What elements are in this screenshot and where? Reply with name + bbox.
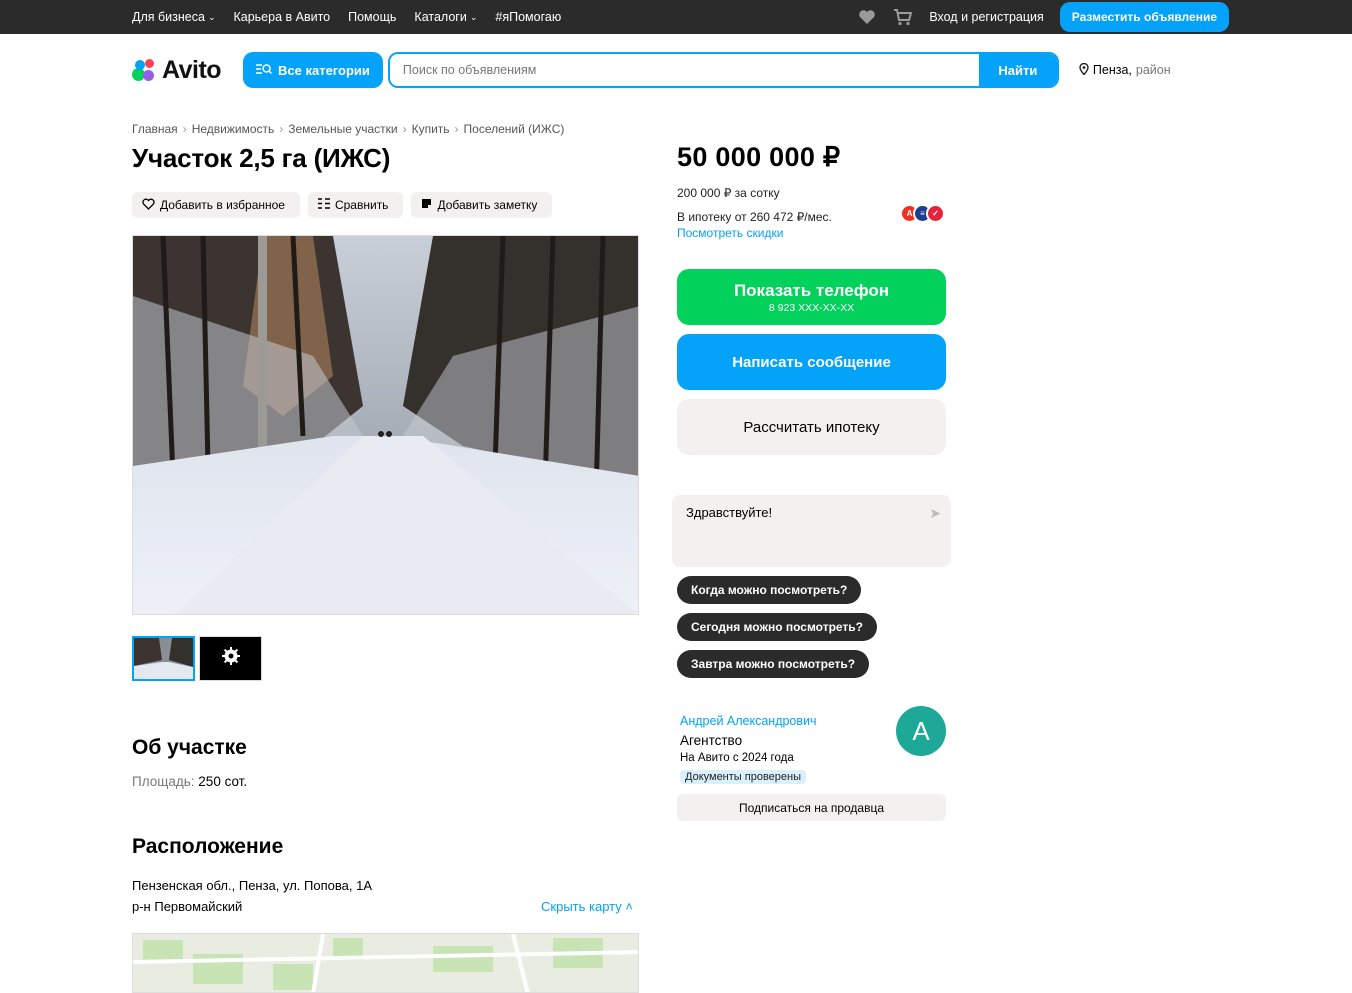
about-section: Об участке Площадь: 250 сот. bbox=[132, 736, 639, 789]
add-to-favorites-button[interactable]: Добавить в избранное bbox=[132, 192, 300, 218]
photo-thumbnail-more[interactable] bbox=[199, 636, 262, 681]
main-photo[interactable] bbox=[132, 235, 639, 615]
search-bar: Найти bbox=[387, 52, 1059, 88]
top-bar: Для бизнеса ⌄ Карьера в Авито Помощь Ката… bbox=[0, 0, 1352, 34]
compare-icon bbox=[317, 198, 330, 212]
bank-logos: А ≡ ✓ bbox=[900, 204, 945, 223]
price-per-unit: 200 000 ₽ за сотку bbox=[677, 186, 780, 200]
search-input[interactable] bbox=[389, 54, 979, 86]
location-city: Пенза, bbox=[1092, 63, 1132, 77]
hide-map-link[interactable]: Скрыть карту ˄ bbox=[541, 896, 633, 917]
phone-mask: 8 923 XXX-XX-XX bbox=[768, 301, 855, 314]
address: Пензенская обл., Пенза, ул. Попова, 1А bbox=[132, 878, 372, 893]
heart-outline-icon bbox=[142, 198, 155, 213]
photo-thumbnail[interactable] bbox=[132, 636, 195, 681]
sidebar: 50 000 000 ₽ 200 000 ₽ за сотку В ипотек… bbox=[672, 106, 952, 821]
main-column: Главная › Недвижимость › Земельные участки… bbox=[132, 106, 639, 993]
chevron-down-icon: ⌄ bbox=[469, 12, 478, 22]
search-button[interactable]: Найти bbox=[978, 54, 1057, 86]
breadcrumb-item[interactable]: Купить bbox=[412, 122, 450, 136]
about-heading: Об участке bbox=[132, 736, 247, 759]
chevron-down-icon: ⌄ bbox=[207, 12, 216, 22]
map-tiles bbox=[133, 934, 638, 992]
area-value: 250 сот. bbox=[198, 774, 248, 789]
breadcrumb-item[interactable]: Главная bbox=[132, 122, 178, 136]
cart-icon[interactable] bbox=[893, 7, 913, 27]
header: Avito Все категории Найти Пенза, район bbox=[0, 34, 1352, 106]
see-discounts-link[interactable]: Посмотреть скидки bbox=[677, 226, 952, 240]
write-message-button[interactable]: Написать сообщение bbox=[677, 334, 946, 390]
quick-replies: Когда можно посмотреть? Сегодня можно по… bbox=[677, 576, 952, 678]
categories-search-icon bbox=[256, 63, 273, 78]
snowy-forest-photo bbox=[133, 236, 638, 614]
nav-catalogs[interactable]: Каталоги ⌄ bbox=[414, 10, 477, 24]
chat-text: Здравствуйте! bbox=[686, 505, 773, 520]
add-note-button[interactable]: Добавить заметку bbox=[411, 192, 553, 218]
mortgage-info: В ипотеку от 260 472 ₽/мес. Посмотреть с… bbox=[677, 204, 952, 240]
address-block: Пензенская обл., Пенза, ул. Попова, 1А р… bbox=[132, 875, 639, 917]
quick-reply-chip[interactable]: Завтра можно посмотреть? bbox=[677, 650, 870, 678]
compare-button[interactable]: Сравнить bbox=[307, 192, 404, 218]
logo-text: Avito bbox=[162, 55, 222, 84]
breadcrumb-item[interactable]: Недвижимость bbox=[192, 122, 275, 136]
price: 50 000 000 ₽ bbox=[677, 142, 841, 172]
avito-logo[interactable]: Avito bbox=[132, 56, 243, 85]
heart-icon[interactable] bbox=[857, 7, 877, 27]
chevron-up-icon: ˄ bbox=[621, 899, 633, 914]
area-label: Площадь: bbox=[132, 774, 195, 789]
location-district: район bbox=[1135, 63, 1171, 77]
area-row: Площадь: 250 сот. bbox=[132, 774, 639, 789]
subscribe-button[interactable]: Подписаться на продавца bbox=[677, 794, 946, 821]
listing-actions: Добавить в избранное Сравнить Добавить з… bbox=[132, 192, 639, 218]
nav-i-help[interactable]: #яПомогаю bbox=[495, 10, 561, 24]
login-link[interactable]: Вход и регистрация bbox=[929, 10, 1043, 24]
page-title: Участок 2,5 га (ИЖС) bbox=[132, 143, 391, 173]
avatar[interactable]: А bbox=[896, 706, 946, 756]
calculate-mortgage-button[interactable]: Рассчитать ипотеку bbox=[677, 399, 946, 455]
note-icon bbox=[421, 198, 432, 212]
map[interactable] bbox=[132, 933, 639, 993]
location-pin-icon bbox=[1079, 62, 1089, 78]
chat-input[interactable]: Здравствуйте! ➤ bbox=[672, 495, 951, 567]
show-phone-button[interactable]: Показать телефон 8 923 XXX-XX-XX bbox=[677, 269, 946, 325]
photo-thumbnails bbox=[132, 636, 639, 681]
bank-icon: ✓ bbox=[926, 204, 945, 223]
breadcrumb-item[interactable]: Земельные участки bbox=[288, 122, 397, 136]
send-icon[interactable]: ➤ bbox=[929, 505, 941, 522]
mortgage-text: В ипотеку от 260 472 ₽/мес. bbox=[677, 210, 832, 224]
breadcrumb: Главная › Недвижимость › Земельные участки… bbox=[132, 122, 565, 136]
location-selector[interactable]: Пенза, район bbox=[1079, 62, 1171, 78]
location-heading: Расположение bbox=[132, 835, 284, 858]
post-ad-button[interactable]: Разместить объявление bbox=[1059, 2, 1229, 32]
seller-card: Андрей Александрович Агентство На Авито … bbox=[677, 706, 952, 785]
all-categories-button[interactable]: Все категории bbox=[243, 52, 383, 88]
breadcrumb-item[interactable]: Поселений (ИЖС) bbox=[464, 122, 565, 136]
documents-verified-badge: Документы проверены bbox=[680, 770, 807, 784]
quick-reply-chip[interactable]: Когда можно посмотреть? bbox=[677, 576, 862, 604]
top-nav: Для бизнеса ⌄ Карьера в Авито Помощь Ката… bbox=[132, 10, 561, 24]
nav-career[interactable]: Карьера в Авито bbox=[233, 10, 330, 24]
logo-dots-icon bbox=[132, 57, 158, 83]
nav-for-business[interactable]: Для бизнеса ⌄ bbox=[132, 10, 215, 24]
nav-help[interactable]: Помощь bbox=[348, 10, 396, 24]
quick-reply-chip[interactable]: Сегодня можно посмотреть? bbox=[677, 613, 878, 641]
gear-icon bbox=[221, 647, 240, 670]
location-section: Расположение Пензенская обл., Пенза, ул.… bbox=[132, 835, 639, 993]
